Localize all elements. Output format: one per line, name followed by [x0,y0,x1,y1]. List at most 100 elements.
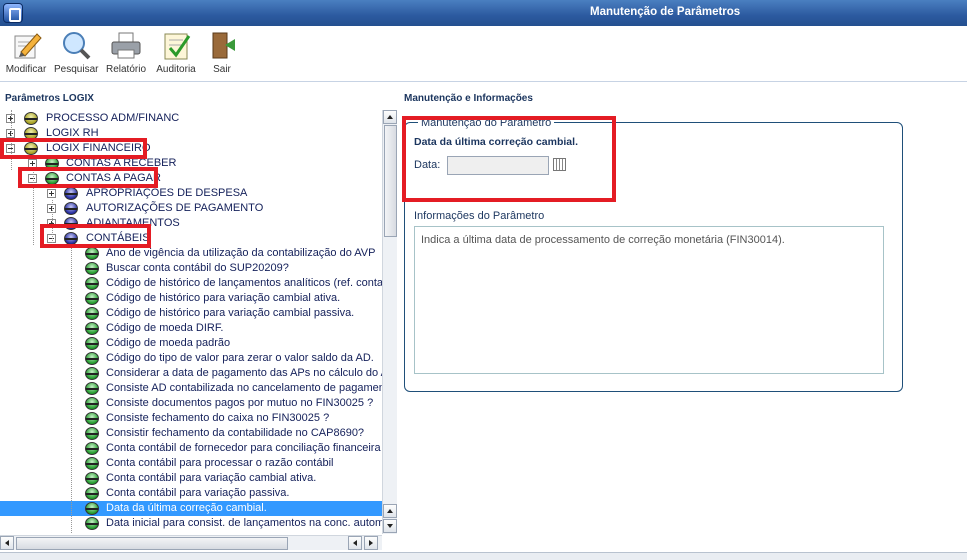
scroll-up-button-lower[interactable] [383,504,397,518]
status-bar [0,552,967,560]
tree-horizontal-scrollbar[interactable] [0,535,382,550]
parameter-tree[interactable]: PROCESSO ADM/FINANC LOGIX RH LOGIX FINANCE… [0,110,382,534]
tree-item[interactable]: Ano de vigência da utilização da contabi… [0,246,382,261]
tree-item[interactable]: ADIANTAMENTOS [0,216,382,231]
tree-item-label: Consiste documentos pagos por mutuo no F… [106,397,374,409]
report-label: Relatório [105,64,147,75]
tree-item-label: LOGIX RH [46,127,99,139]
scroll-thumb[interactable] [384,125,397,237]
tree-node-icon [85,472,99,485]
search-button[interactable]: Pesquisar [54,30,98,80]
tree-item-label: Código de moeda DIRF. [106,322,224,334]
tree-item[interactable]: LOGIX RH [0,126,382,141]
info-textarea[interactable]: Indica a última data de processamento de… [414,226,884,374]
tree-item-label: Conta contábil de fornecedor para concil… [106,442,381,454]
toolbar: Modificar Pesquisar Relatório Auditoria … [0,26,967,82]
scroll-left-button-right[interactable] [348,536,362,550]
tree-node-icon [45,157,59,170]
expand-plus-icon[interactable] [28,159,37,168]
tree-item-label: Consiste AD contabilizada no cancelament… [106,382,382,394]
tree-connector-line [52,200,53,245]
tree-item[interactable]: Consiste fechamento do caixa no FIN30025… [0,411,382,426]
tree-item[interactable]: APROPRIAÇÕES DE DESPESA [0,186,382,201]
calendar-icon[interactable] [553,158,566,171]
tree-item-label: Buscar conta contábil do SUP20209? [106,262,289,274]
tree-node-icon [24,112,38,125]
tree-node-icon [85,307,99,320]
tree-item[interactable]: PROCESSO ADM/FINANC [0,111,382,126]
tree-node-icon [64,232,78,245]
tree-item[interactable]: Considerar a data de pagamento das APs n… [0,366,382,381]
title-bar: Manutenção de Parâmetros [0,0,967,26]
tree-node-icon [85,517,99,530]
left-panel-title: Parâmetros LOGIX [5,93,94,104]
tree-item[interactable]: Consiste AD contabilizada no cancelament… [0,381,382,396]
tree-item-label: CONTAS A RECEBER [66,157,177,169]
tree-item[interactable]: Código de histórico para variação cambia… [0,291,382,306]
tree-connector-line [33,170,34,245]
tree-item-label: AUTORIZAÇÕES DE PAGAMENTO [86,202,264,214]
group-legend: Manutenção do Parâmetro [418,117,555,129]
tree-node-icon [85,502,99,515]
tree-item[interactable]: Código de moeda padrão [0,336,382,351]
tree-item-label: CONTAS A PAGAR [66,172,161,184]
tree-item[interactable]: Consistir fechamento da contabilidade no… [0,426,382,441]
tree-item[interactable]: Código de histórico para variação cambia… [0,306,382,321]
tree-item[interactable]: CONTÁBEIS [0,231,382,246]
scroll-down-button[interactable] [383,519,397,533]
tree-item[interactable]: CONTAS A PAGAR [0,171,382,186]
exit-button[interactable]: Sair [204,30,240,80]
tree-item[interactable]: LOGIX FINANCEIRO [0,141,382,156]
tree-item[interactable]: Código de histórico de lançamentos analí… [0,276,382,291]
tree-item[interactable]: AUTORIZAÇÕES DE PAGAMENTO [0,201,382,216]
tree-connector-line [11,110,12,170]
tree-node-icon [85,352,99,365]
scroll-right-button[interactable] [364,536,378,550]
tree-node-icon [85,427,99,440]
tree-item-label: Data inicial para consist. de lançamento… [106,517,382,529]
tree-item[interactable]: CONTAS A RECEBER [0,156,382,171]
audit-button[interactable]: Auditoria [153,30,199,80]
tree-node-icon [85,292,99,305]
tree-item[interactable]: Conta contábil para variação cambial ati… [0,471,382,486]
tree-node-icon [24,142,38,155]
tree-item-label: Conta contábil para variação passiva. [106,487,290,499]
tree-item[interactable]: Código do tipo de valor para zerar o val… [0,351,382,366]
pencil-edit-icon [9,30,43,60]
modify-button[interactable]: Modificar [3,30,49,80]
tree-connector-line [71,245,72,534]
report-button[interactable]: Relatório [104,30,148,80]
tree-item[interactable]: Código de moeda DIRF. [0,321,382,336]
tree-node-icon [45,172,59,185]
expand-plus-icon[interactable] [47,189,56,198]
tree-node-icon [85,367,99,380]
date-input[interactable] [447,156,549,175]
tree-node-icon [85,322,99,335]
tree-item[interactable]: Conta contábil para processar o razão co… [0,456,382,471]
tree-item-label: Código de histórico para variação cambia… [106,292,341,304]
tree-vertical-scrollbar[interactable] [382,110,397,534]
app-logo-icon[interactable] [3,3,23,23]
audit-label: Auditoria [156,64,196,75]
search-label: Pesquisar [54,64,99,75]
tree-item[interactable]: Buscar conta contábil do SUP20209? [0,261,382,276]
tree-node-icon [85,262,99,275]
scroll-up-button[interactable] [383,110,397,124]
tree-item[interactable]: Consiste documentos pagos por mutuo no F… [0,396,382,411]
tree-item-label: Consistir fechamento da contabilidade no… [106,427,365,439]
scroll-left-button[interactable] [0,536,14,550]
window-title: Manutenção de Parâmetros [590,6,741,18]
tree-item[interactable]: Conta contábil para variação passiva. [0,486,382,501]
tree-item[interactable]: Conta contábil de fornecedor para concil… [0,441,382,456]
tree-item-label: Código de histórico para variação cambia… [106,307,355,319]
tree-item[interactable]: Data da última correção cambial. [0,501,382,516]
parameter-title: Data da última correção cambial. [414,136,578,148]
exit-door-icon [205,30,239,60]
tree-item-label: Conta contábil para processar o razão co… [106,457,334,469]
right-panel-title: Manutenção e Informações [404,93,533,104]
tree-item[interactable]: Data inicial para consist. de lançamento… [0,516,382,531]
tree-node-icon [85,442,99,455]
horizontal-scroll-thumb[interactable] [16,537,288,550]
exit-label: Sair [213,64,231,75]
tree-node-icon [85,487,99,500]
